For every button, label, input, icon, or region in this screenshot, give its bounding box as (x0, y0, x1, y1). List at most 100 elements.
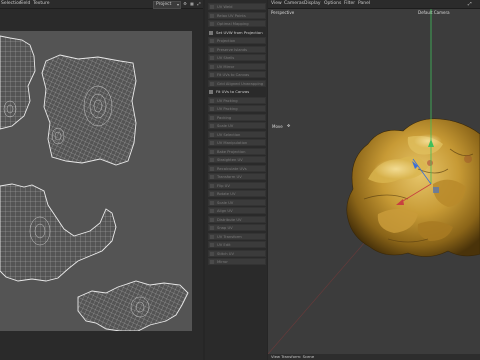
tool-label: Scale UV (217, 124, 234, 128)
tool-label: UV Transform (217, 234, 242, 239)
expand-icon[interactable]: ⤢ (196, 1, 202, 6)
tool-label: Snap UV (217, 226, 233, 230)
tool-label: UV Edit (217, 243, 231, 247)
tool-button[interactable]: Packing (208, 113, 266, 121)
tool-button[interactable]: Projection (208, 37, 266, 44)
uv-menu-bar: Selection Field Texture Project ▾ ⚙ ▦ ⤢ (0, 0, 203, 9)
menu-view[interactable]: View (271, 1, 282, 6)
tool-label: Flip UV (217, 183, 230, 188)
tool-label: Grid Aligned Unwrapping (217, 81, 264, 86)
tool-icon (210, 64, 214, 69)
tool-icon (210, 115, 214, 120)
tool-section-header[interactable]: Set UVW from Projection (208, 30, 274, 36)
layout-icon[interactable]: ▦ (189, 1, 195, 6)
tool-button[interactable]: Align UV (208, 207, 266, 214)
uv-tools-panel: UV Weld Relax UV Points Optimal Mapping Set… (205, 0, 273, 360)
tool-button[interactable]: UV Packing (208, 96, 266, 104)
tool-icon (209, 90, 213, 94)
tool-icon (210, 158, 214, 162)
settings-icon[interactable]: ⚙ (182, 1, 188, 6)
tool-button[interactable]: UV Manipulation (208, 139, 266, 146)
menu-selection[interactable]: Selection (1, 1, 22, 6)
tool-button[interactable]: Rotate UV (208, 190, 266, 197)
tool-icon (210, 166, 214, 171)
uv-island (0, 183, 117, 282)
tool-label: Optimal Mapping (217, 22, 249, 26)
tool-button[interactable]: UV Mirror (208, 62, 266, 70)
tool-button[interactable]: Bake Projection (208, 147, 266, 155)
menu-texture[interactable]: Texture (33, 1, 49, 6)
menu-field[interactable]: Field (20, 1, 30, 6)
tool-label: Preserve Islands (217, 47, 248, 52)
tool-icon (210, 47, 214, 52)
scene-view (268, 9, 480, 354)
tool-icon (210, 81, 214, 86)
tool-button[interactable]: Mirror (208, 258, 266, 265)
tool-icon (210, 124, 214, 128)
uv-texture-space[interactable] (0, 31, 192, 332)
tool-button[interactable]: UV Weld (208, 3, 266, 10)
tool-label: UV Packing (217, 98, 238, 103)
tool-icon (210, 13, 214, 18)
tool-button[interactable]: Fit UVs to Canvas (208, 71, 266, 78)
menu-filter[interactable]: Filter (344, 1, 355, 6)
tool-label: Set UVW from Projection (216, 29, 263, 35)
tool-section-header[interactable]: Fit UVs to Canvas (208, 89, 274, 95)
tool-icon (210, 98, 214, 103)
tool-label: UV Weld (217, 5, 233, 9)
tool-icon (210, 56, 214, 60)
tool-icon (210, 107, 214, 111)
tool-icon (209, 30, 213, 35)
tool-button[interactable]: UV Transform (208, 232, 266, 240)
tool-label: Fit UVs to Canvas (216, 89, 250, 94)
projection-dropdown[interactable]: Project ▾ (153, 1, 181, 9)
tool-button[interactable]: Transform UV (208, 173, 266, 180)
tool-label: Distribute UV (217, 217, 242, 222)
tool-label: Transform UV (217, 175, 242, 179)
uv-island (41, 54, 137, 166)
tool-icon (210, 217, 214, 222)
tool-button[interactable]: Stitch UV (208, 249, 266, 257)
tool-icon (210, 192, 214, 196)
3d-viewport[interactable]: Perspective Default Camera Move ✥ (268, 9, 480, 354)
tool-label: Recalculate UVs (217, 166, 247, 171)
menu-display[interactable]: Display (304, 1, 321, 6)
tool-label: Projection (217, 39, 236, 43)
tool-button[interactable]: Straighten UV (208, 156, 266, 163)
tool-label: Stitch UV (217, 251, 235, 256)
tool-button[interactable]: UV Packing (208, 105, 266, 112)
tool-button[interactable]: Scale UV (208, 198, 266, 206)
tool-button[interactable]: Scale UV (208, 122, 266, 129)
viewport-status-bar: View Transform: Scene (268, 354, 480, 360)
tool-button[interactable]: Flip UV (208, 181, 266, 189)
uv-island (77, 280, 189, 332)
tool-icon (210, 209, 214, 213)
tool-label: UV Shells (217, 56, 235, 60)
tool-icon (210, 141, 214, 145)
tool-button[interactable]: Snap UV (208, 224, 266, 231)
tool-button[interactable]: UV Shells (208, 54, 266, 61)
tool-button[interactable]: Grid Aligned Unwrapping (208, 79, 266, 87)
tool-icon (210, 175, 214, 179)
tool-button[interactable]: Optimal Mapping (208, 20, 266, 27)
tool-button[interactable]: UV Selection (208, 130, 266, 138)
tool-button[interactable]: Distribute UV (208, 215, 266, 223)
tool-icon (210, 251, 214, 256)
tool-label: Align UV (217, 209, 233, 213)
tool-label: Fit UVs to Canvas (217, 73, 250, 77)
menu-options[interactable]: Options (324, 1, 341, 6)
viewport-layout-icon[interactable]: ⤢ (468, 1, 472, 7)
menu-panel[interactable]: Panel (358, 1, 370, 6)
tool-icon (210, 243, 214, 247)
tool-label: UV Mirror (217, 64, 235, 69)
tool-button[interactable]: Relax UV Points (208, 11, 266, 19)
tool-icon (210, 22, 214, 26)
tool-button[interactable]: Preserve Islands (208, 45, 266, 53)
tool-button[interactable]: Recalculate UVs (208, 164, 266, 172)
viewport-menu-bar: View Cameras Display Options Filter Pane… (268, 0, 480, 9)
tool-icon (210, 5, 214, 9)
grid-x-axis-line (268, 226, 379, 354)
projection-dropdown-value: Project (156, 2, 172, 7)
tool-button[interactable]: UV Edit (208, 241, 266, 248)
menu-cameras[interactable]: Cameras (284, 1, 304, 6)
